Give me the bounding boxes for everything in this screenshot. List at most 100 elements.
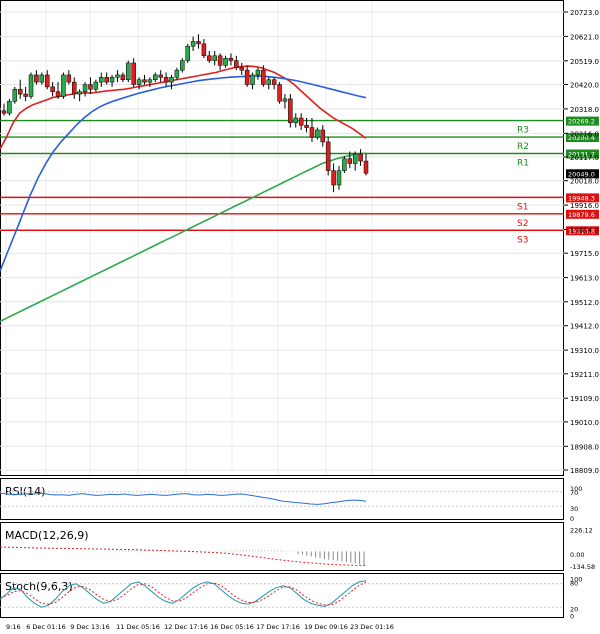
candle-body: [131, 62, 136, 85]
candle-body: [158, 74, 163, 78]
candle-body: [34, 74, 39, 83]
candle-body: [352, 153, 358, 164]
candle-body: [288, 98, 293, 124]
candle-body: [315, 129, 320, 138]
price-tick-label: 19412.0: [570, 323, 599, 331]
price-tick-label: 20018.0: [570, 178, 599, 186]
level-label-s1: S1: [517, 202, 528, 212]
price-tick-label: 18908.0: [570, 443, 599, 451]
candle-body: [169, 77, 174, 83]
indicator-label: MACD(12,26,9): [5, 529, 89, 542]
stoch-panel-frame: [0, 573, 564, 618]
level-label-r3: R3: [517, 126, 529, 136]
candle-body: [250, 74, 255, 85]
time-tick-label: 16 Dec 05:16: [210, 623, 254, 631]
candle-body: [217, 55, 223, 66]
candle-body: [298, 117, 304, 126]
candle-body: [61, 74, 66, 97]
candle-body: [71, 81, 77, 95]
price-tick-label: 19512.0: [570, 299, 599, 307]
indicator-tick-label: 0.00: [570, 551, 584, 559]
candle-body: [115, 74, 120, 78]
candle-body: [174, 69, 180, 78]
price-chart: R320269.2R220200.4R120131.7S119948.3S219…: [0, 0, 599, 631]
candle-body: [88, 84, 93, 90]
candle-body: [244, 69, 250, 85]
candle-body: [109, 77, 115, 83]
level-label-r1: R1: [517, 158, 529, 168]
candle-body: [77, 91, 82, 95]
candle-body: [261, 69, 266, 85]
candle-body: [320, 129, 326, 143]
candle-body: [50, 86, 55, 92]
candle-body: [228, 57, 234, 61]
candle-body: [266, 79, 271, 85]
candle-body: [347, 158, 353, 164]
indicator-tick-label: 226.12: [570, 527, 593, 535]
price-tick-label: 19916.0: [570, 202, 599, 210]
indicator-tick-label: 70: [570, 489, 578, 497]
time-tick-label: 11 Dec 05:16: [116, 623, 160, 631]
candle-body: [282, 98, 288, 102]
candle-body: [331, 170, 336, 186]
candle-body: [223, 57, 228, 66]
candle-body: [190, 41, 196, 47]
indicator-tick-label: 30: [570, 505, 578, 513]
candle-body: [342, 158, 347, 171]
candle-body: [293, 117, 299, 124]
candle-body: [44, 74, 50, 88]
candle-body: [325, 141, 331, 171]
candle-body: [309, 127, 315, 138]
candle-body: [12, 89, 18, 102]
price-tick-label: 20318.0: [570, 106, 599, 114]
price-tick-label: 19814.0: [570, 227, 599, 235]
candle-body: [55, 91, 61, 97]
candle-body: [234, 60, 239, 69]
candle-body: [207, 55, 212, 61]
price-tick-label: 20621.0: [570, 33, 599, 41]
price-tick-label: 19211.0: [570, 371, 599, 379]
candle-body: [1, 110, 7, 114]
price-tick-label: 18809.0: [570, 467, 599, 475]
level-label-s2: S2: [517, 219, 528, 229]
time-tick-label: 19 Dec 09:16: [304, 623, 348, 631]
price-tick-label: 20117.0: [570, 154, 599, 162]
candle-body: [255, 69, 261, 76]
candle-body: [163, 77, 169, 83]
time-tick-label: 6 Dec 01:16: [26, 623, 66, 631]
candle-body: [201, 43, 207, 57]
candle-body: [39, 74, 45, 83]
candle-body: [142, 79, 147, 83]
indicator-tick-label: -134.58: [570, 563, 595, 571]
price-tick-label: 19010.0: [570, 419, 599, 427]
level-price-value: 20269.2: [568, 118, 595, 126]
candle-body: [336, 170, 342, 186]
indicator-tick-label: 80: [570, 580, 578, 588]
time-tick-label: 9:16: [6, 623, 21, 631]
candle-body: [185, 45, 190, 61]
candle-body: [7, 101, 12, 114]
time-tick-label: 9 Dec 13:16: [70, 623, 110, 631]
candle-body: [196, 41, 201, 45]
candle-body: [239, 67, 244, 71]
candle-body: [23, 93, 28, 97]
level-label-s3: S3: [517, 235, 528, 245]
candle-body: [28, 74, 34, 97]
time-tick-label: 17 Dec 17:16: [256, 623, 300, 631]
candle-body: [358, 153, 363, 162]
price-tick-label: 19310.0: [570, 347, 599, 355]
time-tick-label: 12 Dec 17:16: [164, 623, 208, 631]
candle-body: [212, 55, 217, 61]
candle-body: [66, 74, 72, 83]
candle-body: [153, 74, 158, 80]
price-tick-label: 20420.0: [570, 82, 599, 90]
time-axis: 9:16 6 Dec 01:16 9 Dec 13:16 11 Dec 05:16 12…: [6, 623, 394, 631]
candle-body: [99, 77, 104, 83]
candle-body: [147, 79, 153, 83]
price-tick-label: 20519.0: [570, 58, 599, 66]
candle-body: [17, 89, 23, 95]
candle-body: [126, 62, 131, 80]
price-tick-label: 20216.0: [570, 130, 599, 138]
price-tick-label: 19109.0: [570, 395, 599, 403]
indicator-tick-label: 0: [570, 515, 574, 523]
